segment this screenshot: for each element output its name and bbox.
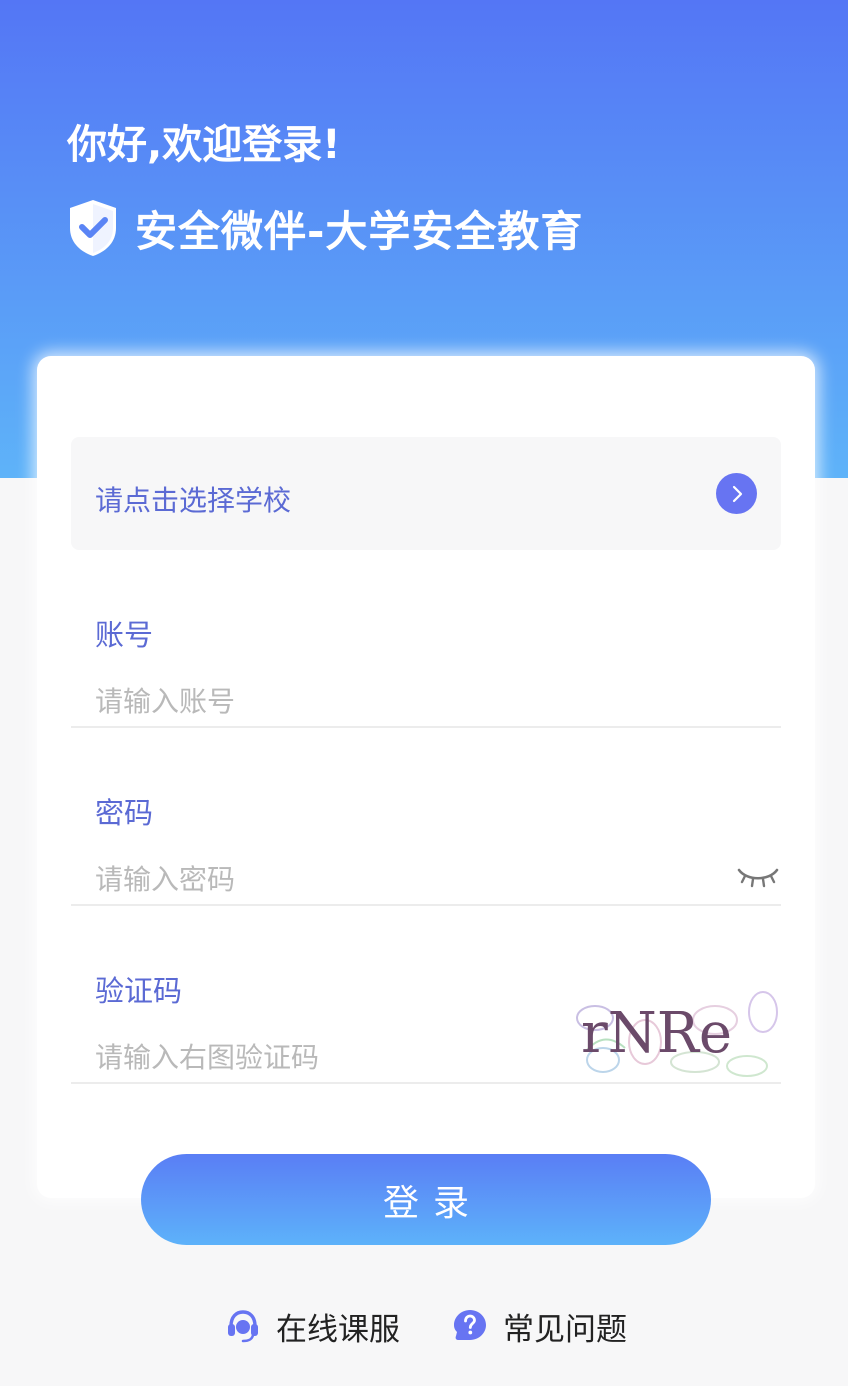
online-service-label: 在线课服 <box>276 1311 400 1348</box>
school-select-label: 请点击选择学校 <box>95 484 292 517</box>
captcha-label: 验证码 <box>95 974 183 1008</box>
faq-label: 常见问题 <box>503 1311 627 1348</box>
online-service-link[interactable]: 在线课服 <box>225 1300 400 1352</box>
captcha-text: rNRe <box>581 1001 732 1066</box>
faq-link[interactable]: 常见问题 <box>452 1300 627 1352</box>
login-button[interactable]: 登录 <box>141 1154 711 1245</box>
account-divider <box>71 726 781 728</box>
password-divider <box>71 904 781 906</box>
brand-title: 安全微伴-大学安全教育 <box>135 206 584 256</box>
account-input[interactable] <box>71 672 781 730</box>
password-input[interactable] <box>71 850 721 908</box>
password-label: 密码 <box>95 796 154 830</box>
greeting-title: 你好,欢迎登录! <box>67 122 341 168</box>
question-bubble-icon <box>454 1310 486 1340</box>
headset-icon <box>228 1310 258 1343</box>
eye-closed-icon[interactable] <box>737 865 779 889</box>
account-label: 账号 <box>95 618 154 652</box>
brand: 安全微伴-大学安全教育 <box>67 198 583 258</box>
shield-check-icon <box>70 200 116 256</box>
login-card: 请点击选择学校 账号 密码 验证码 <box>37 356 815 1198</box>
school-select[interactable]: 请点击选择学校 <box>71 437 781 550</box>
captcha-input[interactable] <box>71 1028 571 1086</box>
captcha-image[interactable]: rNRe <box>575 990 781 1080</box>
login-page: 你好,欢迎登录! 安全微伴-大学安全教育 请点击选择学校 账号 密码 <box>0 0 848 1386</box>
captcha-divider <box>71 1082 781 1084</box>
chevron-right-icon[interactable] <box>716 473 757 514</box>
